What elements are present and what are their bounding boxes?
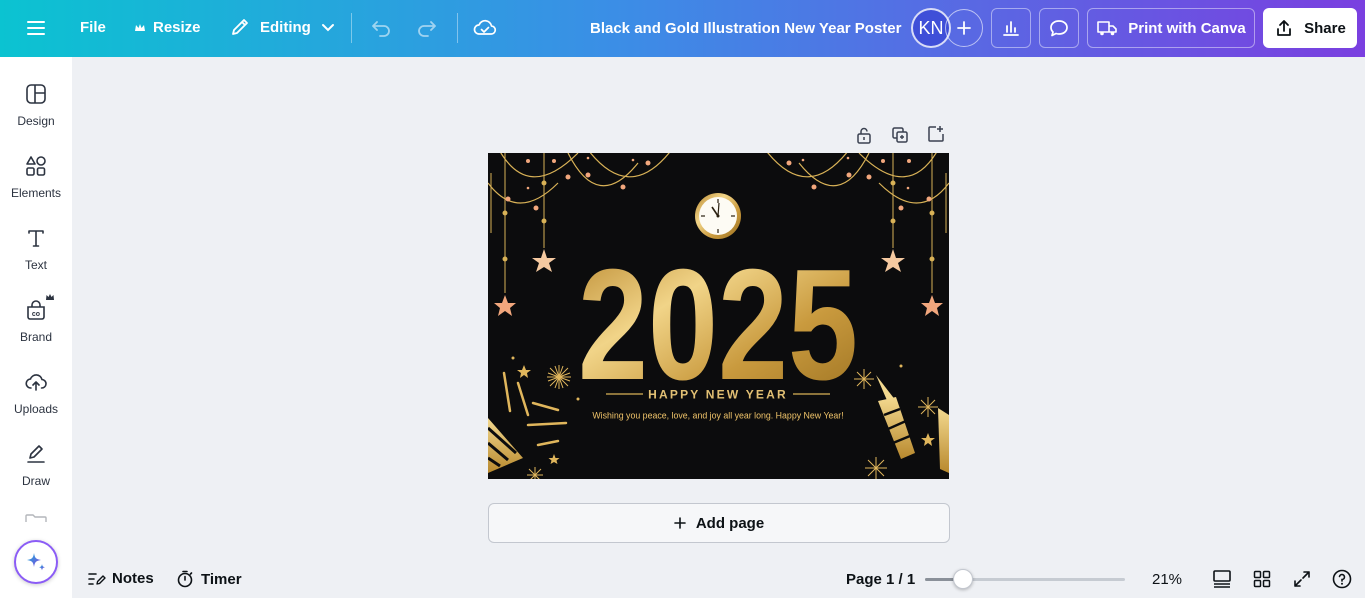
plus-icon (674, 517, 686, 529)
share-button[interactable]: Share (1263, 8, 1357, 48)
lock-icon[interactable] (855, 126, 873, 144)
duplicate-page-icon[interactable] (891, 126, 909, 144)
sidebar-item-label: Text (24, 258, 47, 272)
comments-button[interactable] (1039, 8, 1079, 48)
insights-button[interactable] (991, 8, 1031, 48)
rocket-illustration (876, 375, 949, 473)
design-page-canvas[interactable]: 2025 HAPPY NEW YEAR Wishing you peace, l… (488, 153, 949, 479)
document-title[interactable]: Black and Gold Illustration New Year Pos… (590, 20, 901, 37)
print-label: Print with Canva (1128, 19, 1246, 37)
chevron-down-icon (321, 24, 334, 32)
sidebar-item-draw[interactable]: Draw (0, 440, 72, 504)
sidebar-item-design[interactable]: Design (0, 80, 72, 144)
sidebar-item-label: Draw (21, 474, 50, 488)
notes-button[interactable]: Notes (88, 570, 154, 587)
sidebar-item-label: Design (17, 114, 55, 128)
add-page-button[interactable]: Add page (488, 503, 950, 543)
file-menu[interactable]: File (80, 19, 106, 36)
undo-button[interactable] (364, 8, 398, 48)
elements-icon (26, 156, 46, 176)
design-icon (26, 84, 46, 104)
toolbar-divider (457, 13, 458, 43)
redo-icon (418, 21, 436, 37)
magic-assistant-button[interactable] (14, 540, 58, 584)
bar-chart-icon (1003, 21, 1019, 36)
avatar-initials: KN (918, 17, 944, 38)
editing-label: Editing (260, 18, 311, 36)
print-with-canva-button[interactable]: Print with Canva (1087, 8, 1255, 48)
garland-right (767, 153, 949, 204)
resize-label: Resize (153, 19, 201, 36)
invite-button[interactable] (945, 9, 983, 47)
zoom-slider-handle[interactable] (952, 569, 973, 589)
sidebar-item-text[interactable]: Text (0, 224, 72, 288)
zoom-level[interactable]: 21% (1152, 571, 1182, 588)
left-sidebar: Design Elements Text co Brand Uploads Dr… (0, 57, 72, 598)
sidebar-item-brand[interactable]: co Brand (0, 290, 72, 360)
notes-icon (88, 572, 106, 585)
timer-icon (177, 570, 193, 588)
uploads-icon (25, 374, 47, 391)
hamburger-icon (27, 21, 45, 35)
clock-illustration (695, 193, 741, 239)
crown-icon (135, 23, 145, 31)
add-page-icon[interactable] (927, 125, 945, 143)
timer-label: Timer (201, 570, 242, 588)
garland-left (488, 153, 670, 204)
message-text: Wishing you peace, love, and joy all yea… (592, 411, 843, 421)
share-icon (1277, 20, 1292, 36)
page-indicator[interactable]: Page 1 / 1 (846, 571, 915, 588)
svg-text:co: co (32, 311, 40, 318)
sidebar-item-label: Uploads (13, 402, 59, 416)
sidebar-item-uploads[interactable]: Uploads (0, 368, 72, 432)
sidebar-item-label: Elements (10, 186, 62, 200)
share-label: Share (1304, 19, 1346, 37)
headline-text: HAPPY NEW YEAR (648, 388, 788, 402)
plus-icon (957, 21, 971, 35)
text-icon (28, 230, 44, 247)
top-toolbar: File Resize Editing Black and Gold Illus… (0, 0, 1365, 57)
cloud-check-icon (473, 19, 497, 35)
projects-folder-icon (25, 514, 47, 522)
timer-button[interactable]: Timer (176, 570, 242, 588)
premium-crown-icon (43, 290, 57, 304)
help-icon[interactable] (1332, 569, 1352, 589)
fullscreen-icon[interactable] (1293, 570, 1311, 588)
draw-icon (27, 445, 45, 463)
sparkle-icon (27, 553, 45, 571)
comment-icon (1050, 20, 1068, 37)
truck-icon (1097, 21, 1118, 36)
sidebar-item-label: Brand (19, 330, 53, 344)
poster-artwork: 2025 HAPPY NEW YEAR Wishing you peace, l… (488, 153, 949, 479)
add-page-label: Add page (695, 514, 765, 532)
thumbnail-grid-icon[interactable] (1253, 570, 1271, 588)
main-menu-button[interactable] (16, 8, 56, 48)
redo-button[interactable] (410, 8, 444, 48)
notes-label: Notes (112, 570, 154, 587)
editing-mode-dropdown[interactable]: Editing (230, 17, 335, 37)
resize-button[interactable]: Resize (134, 19, 201, 36)
save-status-button[interactable] (470, 8, 500, 48)
toolbar-divider (351, 13, 352, 43)
grid-view-icon[interactable] (1212, 569, 1232, 589)
undo-icon (372, 21, 390, 37)
sidebar-item-elements[interactable]: Elements (0, 152, 72, 216)
pencil-icon (232, 19, 248, 35)
